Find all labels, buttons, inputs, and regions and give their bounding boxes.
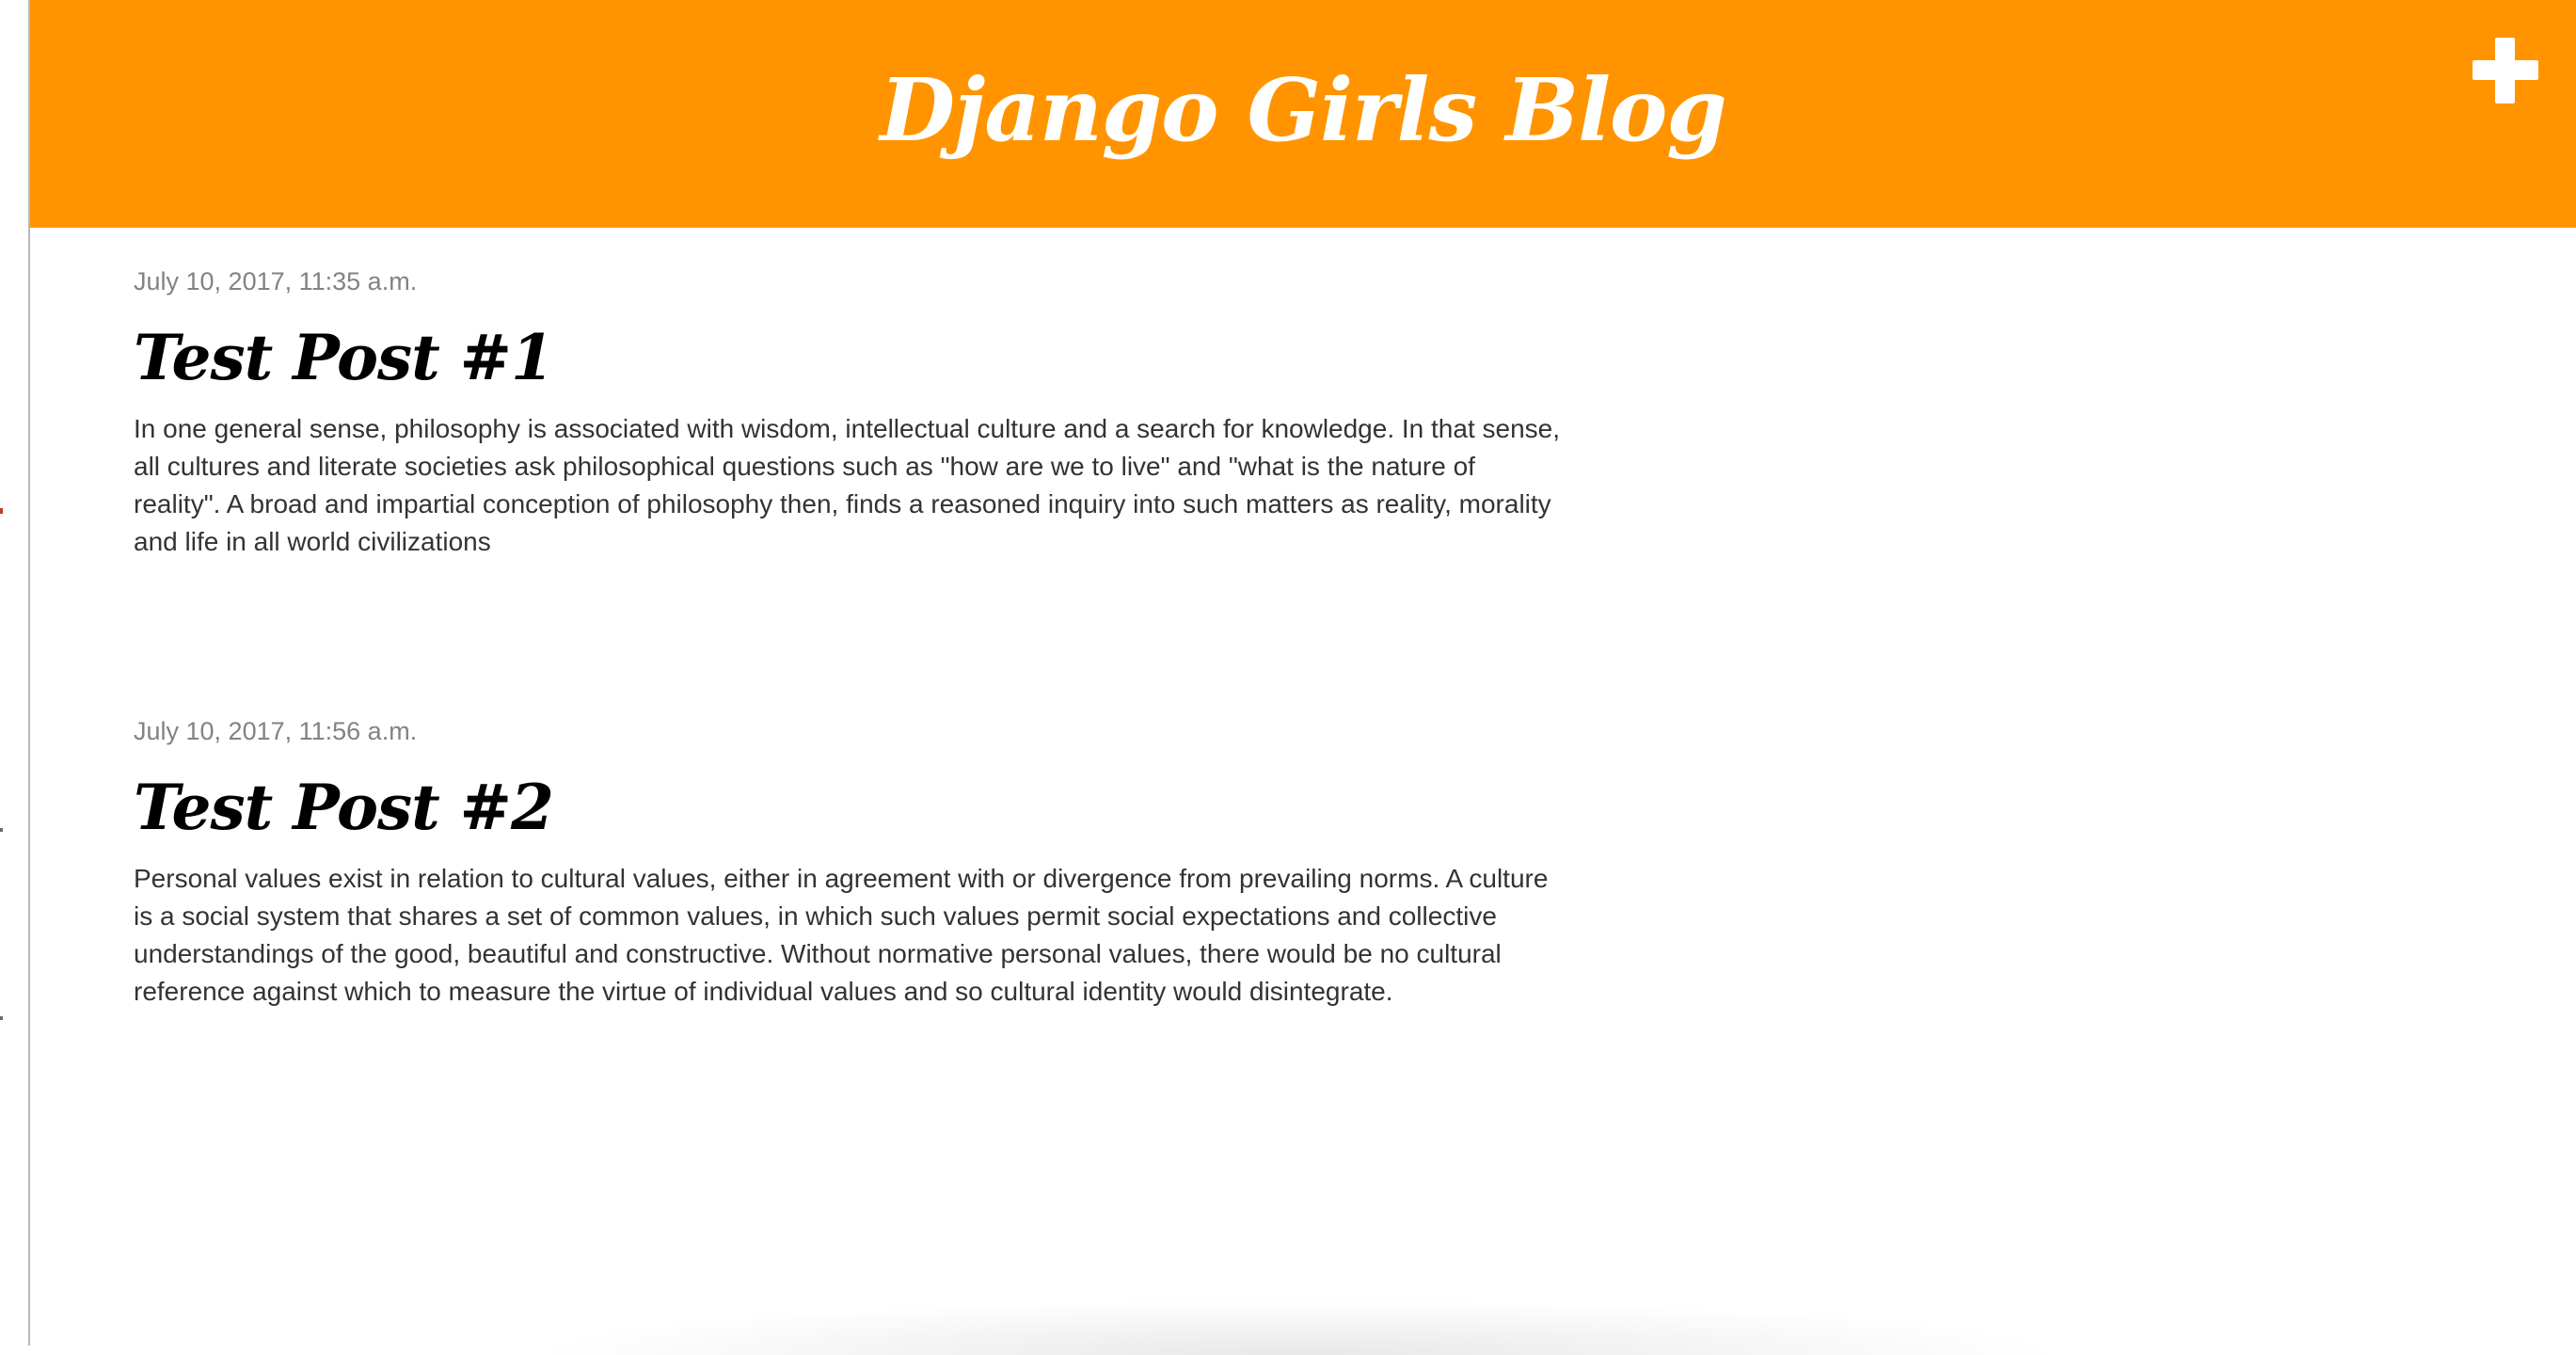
post-item: July 10, 2017, 11:35 a.m. Test Post #1 I… [134,265,1564,561]
edge-mark [0,1016,3,1020]
post-body: Personal values exist in relation to cul… [134,864,1549,1006]
post-title-link[interactable]: Test Post #1 [134,320,1564,395]
post-date: July 10, 2017, 11:35 a.m. [134,267,418,295]
bottom-shadow [527,1299,2070,1355]
window-left-edge [0,0,30,1346]
site-title-link[interactable]: Django Girls Blog [30,58,2576,162]
page-header: Django Girls Blog [30,0,2576,228]
edge-mark [0,508,3,514]
post-body: In one general sense, philosophy is asso… [134,414,1560,556]
post-item: July 10, 2017, 11:56 a.m. Test Post #2 P… [134,715,1564,1011]
add-post-button[interactable] [2473,38,2538,104]
post-title-link[interactable]: Test Post #2 [134,770,1564,845]
post-date: July 10, 2017, 11:56 a.m. [134,717,418,745]
edge-mark [0,828,3,832]
